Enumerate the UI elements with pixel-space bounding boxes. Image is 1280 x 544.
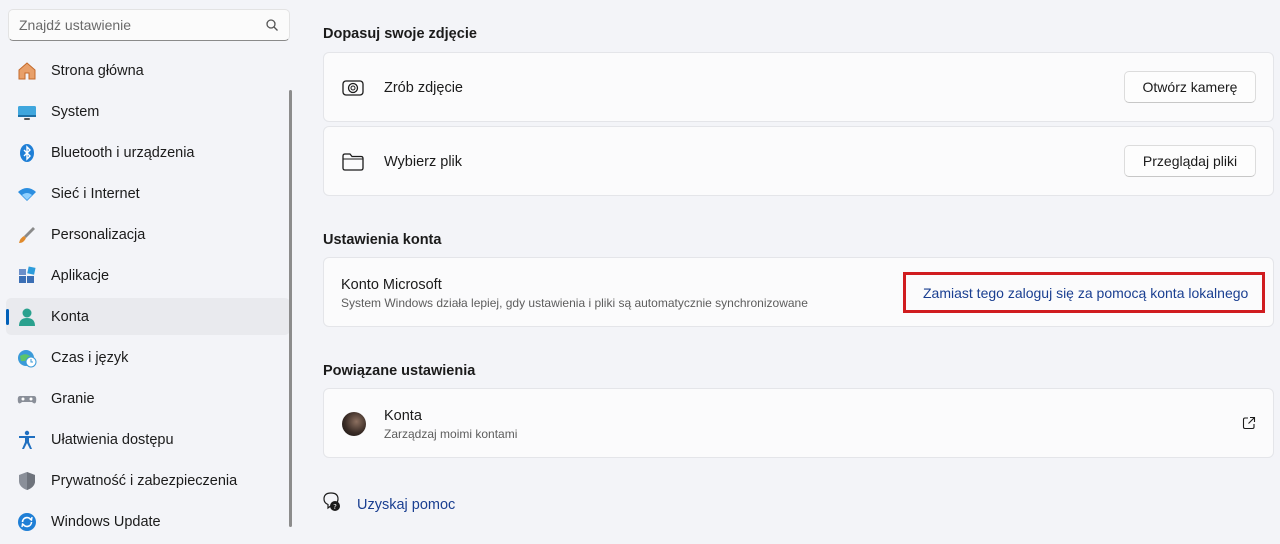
- shield-icon: [16, 470, 38, 492]
- bluetooth-icon: [16, 142, 38, 164]
- update-icon: [16, 511, 38, 533]
- sidebar-item-label: Bluetooth i urządzenia: [51, 144, 195, 161]
- sidebar-item-system[interactable]: System: [6, 93, 290, 130]
- related-accounts-title: Konta: [384, 408, 422, 424]
- related-accounts-description: Zarządzaj moimi kontami: [384, 427, 518, 441]
- related-accounts-row[interactable]: Konta Zarządzaj moimi kontami: [323, 388, 1274, 458]
- sidebar-item-label: Czas i język: [51, 349, 129, 366]
- external-link-icon[interactable]: [1242, 416, 1256, 435]
- sidebar-item-home[interactable]: Strona główna: [6, 52, 290, 89]
- camera-icon: [342, 78, 364, 103]
- sidebar-item-label: Granie: [51, 390, 95, 407]
- system-monitor-icon: [16, 101, 38, 123]
- sidebar-item-gaming[interactable]: Granie: [6, 380, 290, 417]
- accessibility-icon: [16, 429, 38, 451]
- sidebar-item-label: Aplikacje: [51, 267, 110, 284]
- sidebar-item-accounts[interactable]: Konta: [6, 298, 290, 335]
- choose-file-label: Wybierz plik: [384, 154, 463, 170]
- sidebar-item-label: Konta: [51, 308, 89, 325]
- active-indicator: [6, 309, 9, 325]
- apps-icon: [16, 265, 38, 287]
- get-help[interactable]: ? Uzyskaj pomoc: [323, 492, 455, 517]
- sidebar-item-bluetooth[interactable]: Bluetooth i urządzenia: [6, 134, 290, 171]
- microsoft-account-description: System Windows działa lepiej, gdy ustawi…: [341, 296, 808, 310]
- sidebar-item-privacy[interactable]: Prywatność i zabezpieczenia: [6, 462, 290, 499]
- sidebar-scrollbar[interactable]: [289, 90, 292, 527]
- sign-in-local-account-link[interactable]: Zamiast tego zaloguj się za pomocą konta…: [923, 285, 1248, 301]
- section-title-related: Powiązane ustawienia: [323, 363, 476, 379]
- sidebar-nav: Strona główna System Bluetooth i urządze…: [6, 52, 290, 544]
- take-photo-row: Zrób zdjęcie Otwórz kamerę: [323, 52, 1274, 122]
- take-photo-label: Zrób zdjęcie: [384, 80, 463, 96]
- open-camera-button[interactable]: Otwórz kamerę: [1124, 71, 1256, 103]
- microsoft-account-title: Konto Microsoft: [341, 277, 442, 293]
- avatar: [342, 412, 366, 436]
- wifi-icon: [16, 183, 38, 205]
- section-title-account-settings: Ustawienia konta: [323, 232, 442, 248]
- sidebar-item-apps[interactable]: Aplikacje: [6, 257, 290, 294]
- sidebar-item-label: Windows Update: [51, 513, 161, 530]
- search-input[interactable]: [9, 10, 269, 40]
- gamepad-icon: [16, 388, 38, 410]
- section-title-photo: Dopasuj swoje zdjęcie: [323, 26, 477, 42]
- sidebar-item-label: Ułatwienia dostępu: [51, 431, 174, 448]
- sidebar-item-label: Strona główna: [51, 62, 144, 79]
- help-icon: ?: [323, 492, 341, 517]
- account-icon: [16, 306, 38, 328]
- brush-icon: [16, 224, 38, 246]
- folder-icon: [342, 152, 364, 177]
- sidebar-item-time-language[interactable]: Czas i język: [6, 339, 290, 376]
- choose-file-row: Wybierz plik Przeglądaj pliki: [323, 126, 1274, 196]
- sidebar-item-accessibility[interactable]: Ułatwienia dostępu: [6, 421, 290, 458]
- svg-text:?: ?: [333, 503, 337, 511]
- home-icon: [16, 60, 38, 82]
- globe-clock-icon: [16, 347, 38, 369]
- search-box[interactable]: [8, 9, 290, 41]
- sidebar-item-label: Sieć i Internet: [51, 185, 140, 202]
- browse-files-button[interactable]: Przeglądaj pliki: [1124, 145, 1256, 177]
- sidebar-item-personalization[interactable]: Personalizacja: [6, 216, 290, 253]
- search-icon[interactable]: [265, 18, 279, 32]
- sidebar-item-label: Prywatność i zabezpieczenia: [51, 472, 238, 489]
- sidebar-item-network[interactable]: Sieć i Internet: [6, 175, 290, 212]
- get-help-link[interactable]: Uzyskaj pomoc: [357, 497, 455, 513]
- sidebar-item-label: System: [51, 103, 100, 120]
- sidebar-item-label: Personalizacja: [51, 226, 146, 243]
- sidebar-item-windows-update[interactable]: Windows Update: [6, 503, 290, 540]
